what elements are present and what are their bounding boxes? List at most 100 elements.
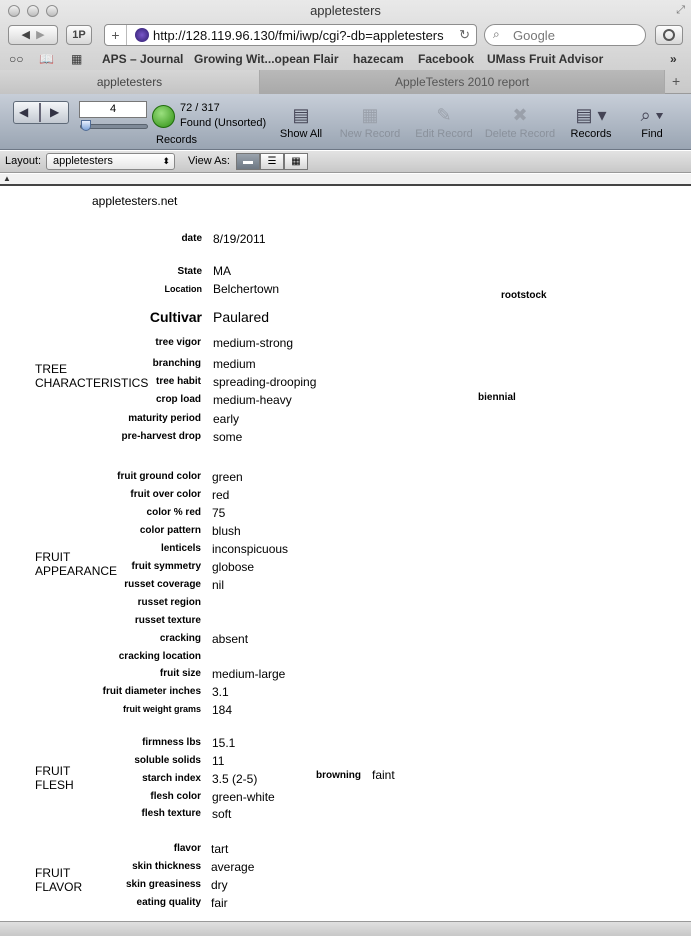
browning-value: faint xyxy=(372,768,395,782)
date-label: date xyxy=(181,233,202,244)
reading-list-icon[interactable]: ○○ xyxy=(9,52,24,66)
toolbar-collapse-bar[interactable]: ▲ xyxy=(0,174,691,186)
record-navigation-book[interactable]: ◀ ▶ xyxy=(13,101,69,124)
fruit-ground-color-value: green xyxy=(212,470,243,484)
rootstock-label: rootstock xyxy=(501,290,547,301)
browser-status-bar xyxy=(0,921,691,936)
password-manager-button[interactable]: 1P xyxy=(66,25,92,45)
section-flesh-title: FRUIT FLESH xyxy=(35,764,74,792)
delete-record-button[interactable]: ✖ Delete Record xyxy=(482,104,558,140)
new-record-button[interactable]: ▦ New Record xyxy=(336,104,404,140)
url-text[interactable]: http://128.119.96.130/fmi/iwp/cgi?-db=ap… xyxy=(153,28,453,43)
select-arrows-icon: ⬍ xyxy=(162,156,170,166)
back-forward-buttons[interactable]: ◀ ▶ xyxy=(8,25,58,45)
reload-icon[interactable]: ↻ xyxy=(459,27,470,43)
filemaker-status-toolbar: ◀ ▶ 4 72 / 317 Found (Unsorted) Records … xyxy=(0,94,691,150)
tree-habit-label: tree habit xyxy=(155,376,201,387)
layout-label: Layout: xyxy=(5,155,42,167)
bookmark-hazecam[interactable]: hazecam xyxy=(353,52,404,66)
find-button[interactable]: ⌕ ▾ Find xyxy=(628,104,676,140)
edit-record-button[interactable]: ✎ Edit Record xyxy=(412,104,476,140)
next-record-icon[interactable]: ▶ xyxy=(50,105,59,119)
color-red-label: color % red xyxy=(146,507,201,518)
view-as-form-button[interactable]: ▬ xyxy=(236,153,260,170)
previous-record-icon[interactable]: ◀ xyxy=(19,105,28,119)
biennial-label: biennial xyxy=(478,392,516,403)
back-arrow-icon[interactable]: ◀ xyxy=(21,29,29,41)
bookmarks-book-icon[interactable]: 📖 xyxy=(39,52,54,66)
show-all-label: Show All xyxy=(279,128,323,140)
new-record-label: New Record xyxy=(339,128,401,140)
browning-label: browning xyxy=(316,770,361,781)
add-bookmark-icon[interactable]: + xyxy=(105,25,127,45)
record-slider-thumb[interactable] xyxy=(81,120,91,131)
lenticels-label: lenticels xyxy=(160,543,201,554)
bookmark-growing-with-european-flair[interactable]: Growing Wit...opean Flair xyxy=(194,52,339,66)
delete-record-icon: ✖ xyxy=(512,105,528,125)
color-red-value: 75 xyxy=(212,506,226,520)
edit-record-icon: ✎ xyxy=(436,105,452,125)
reader-button[interactable] xyxy=(655,25,683,45)
show-all-button[interactable]: ▤ Show All xyxy=(276,104,326,140)
cultivar-label: Cultivar xyxy=(149,309,202,325)
starch-index-label: starch index xyxy=(142,773,201,784)
top-sites-grid-icon[interactable]: ▦ xyxy=(71,52,82,66)
delete-record-label: Delete Record xyxy=(484,128,556,140)
cracking-location-label: cracking location xyxy=(118,651,201,662)
edit-record-label: Edit Record xyxy=(415,128,473,140)
form-view-icon: ▬ xyxy=(243,156,253,167)
magnifier-icon: ⌕ xyxy=(493,27,500,41)
fruit-size-value: medium-large xyxy=(212,667,286,681)
maturity-period-value: early xyxy=(213,412,240,426)
fruit-diameter-inches-label: fruit diameter inches xyxy=(102,686,201,697)
section-fruit-flesh: FRUIT FLESH xyxy=(35,764,74,792)
lenticels-value: inconspicuous xyxy=(212,542,289,556)
current-record-field[interactable]: 4 xyxy=(79,101,147,118)
flesh-texture-label: flesh texture xyxy=(141,808,201,819)
bookmark-aps-journal[interactable]: APS – Journal xyxy=(102,52,183,66)
russet-coverage-value: nil xyxy=(212,578,225,592)
table-view-icon: ▦ xyxy=(291,156,301,167)
records-menu-icon: ▤ ▾ xyxy=(575,105,607,125)
browser-chrome: appletesters ⤢ ◀ ▶ 1P + http://128.119.9… xyxy=(0,0,691,94)
tab-appletesters[interactable]: appletesters xyxy=(0,70,260,94)
fullscreen-icon[interactable]: ⤢ xyxy=(676,4,685,17)
site-favicon xyxy=(135,28,149,42)
branching-value: medium xyxy=(213,357,256,371)
layout-bar: Layout: appletesters ⬍ View As: ▬ ☰ ▦ xyxy=(0,151,691,173)
bookmark-umass-fruit-advisor[interactable]: UMass Fruit Advisor xyxy=(487,52,603,66)
fruit-over-color-value: red xyxy=(212,488,230,502)
new-tab-icon[interactable]: + xyxy=(672,73,680,89)
soluble-solids-value: 11 xyxy=(212,754,225,768)
cracking-label: cracking xyxy=(159,633,201,644)
tree-habit-value: spreading-drooping xyxy=(213,375,317,389)
site-name: appletesters.net xyxy=(92,194,178,208)
fruit-over-color-label: fruit over color xyxy=(130,489,201,500)
records-menu-label: Records xyxy=(570,128,612,140)
bookmark-facebook[interactable]: Facebook xyxy=(418,52,474,66)
fruit-weight-grams-label: fruit weight grams xyxy=(122,704,201,714)
list-view-icon: ☰ xyxy=(267,156,277,167)
eating-quality-value: fair xyxy=(211,896,228,910)
state-value: MA xyxy=(213,264,231,278)
layout-select[interactable]: appletesters ⬍ xyxy=(46,153,175,170)
found-set-pie-icon[interactable] xyxy=(152,105,175,128)
fruit-diameter-inches-value: 3.1 xyxy=(212,685,229,699)
search-placeholder: Google xyxy=(513,28,555,43)
color-pattern-value: blush xyxy=(212,524,241,538)
view-as-list-button[interactable]: ☰ xyxy=(260,153,284,170)
more-bookmarks-chevron-icon[interactable]: » xyxy=(670,52,677,66)
record-slider[interactable] xyxy=(80,120,148,131)
flesh-color-label: flesh color xyxy=(150,791,201,802)
forward-arrow-icon[interactable]: ▶ xyxy=(36,29,44,41)
view-as-table-button[interactable]: ▦ xyxy=(284,153,308,170)
skin-greasiness-value: dry xyxy=(211,878,228,892)
tab-appletesters-2010-report[interactable]: AppleTesters 2010 report xyxy=(260,70,665,94)
address-bar[interactable]: + http://128.119.96.130/fmi/iwp/cgi?-db=… xyxy=(104,24,477,46)
records-menu-button[interactable]: ▤ ▾ Records xyxy=(566,104,616,140)
firmness-lbs-label: firmness lbs xyxy=(142,737,201,748)
search-field[interactable]: ⌕ Google xyxy=(484,24,646,46)
window-title: appletesters xyxy=(310,3,381,18)
records-caption: Records xyxy=(156,134,197,146)
collapse-triangle-icon[interactable]: ▲ xyxy=(3,174,11,183)
